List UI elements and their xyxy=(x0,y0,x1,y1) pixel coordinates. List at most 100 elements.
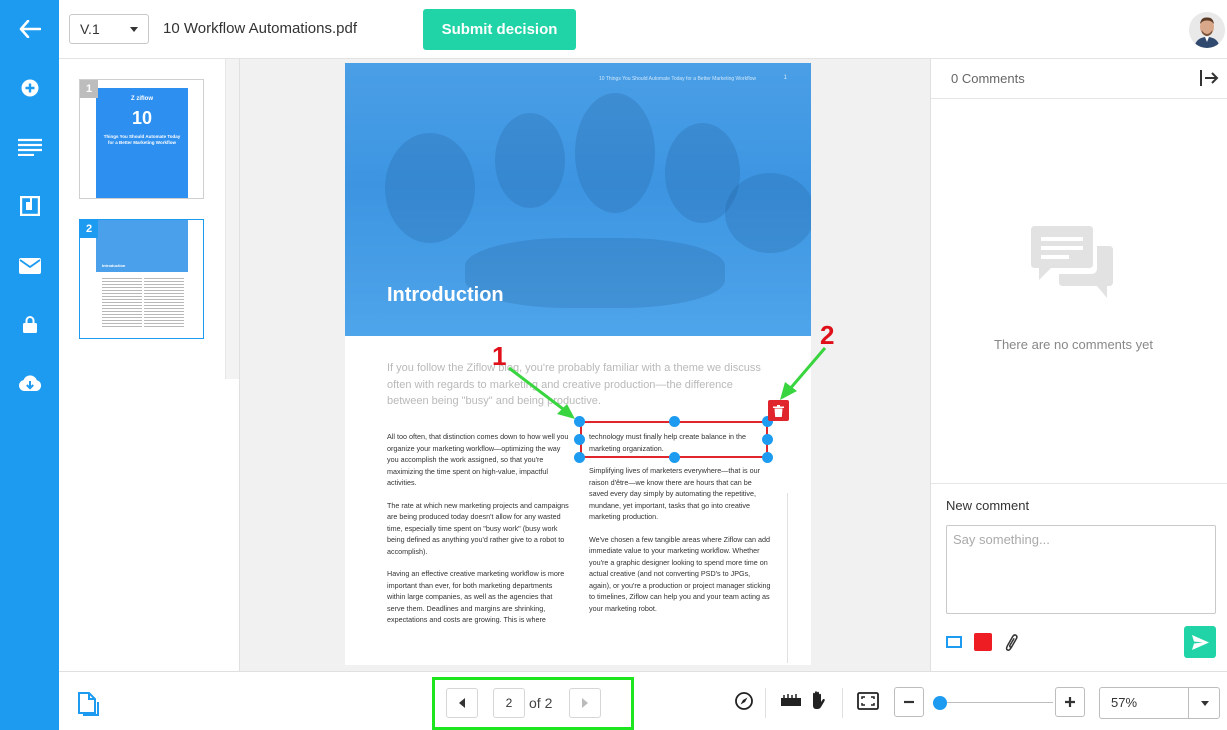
resize-handle[interactable] xyxy=(669,452,680,463)
zoom-slider-handle[interactable] xyxy=(933,696,947,710)
previous-page-button[interactable] xyxy=(446,688,478,718)
paragraph: Simplifying lives of marketers everywher… xyxy=(589,466,760,521)
ruler-icon xyxy=(781,694,801,706)
document-page[interactable]: 10 Things You Should Automate Today for … xyxy=(345,63,811,665)
thumbnail-scrollbar[interactable] xyxy=(225,59,239,379)
hero-shape xyxy=(575,93,655,213)
thumbnail-hero-title: Introduction xyxy=(102,263,126,268)
pan-tool-button[interactable] xyxy=(809,690,827,715)
page-thumbnail-1[interactable]: Z ziflow 10 Things You Should Automate T… xyxy=(79,79,204,199)
comment-input[interactable] xyxy=(946,525,1216,614)
plus-icon xyxy=(1065,697,1075,707)
page-thumbnail-2[interactable]: Introduction 2 xyxy=(79,219,204,339)
mail-button[interactable] xyxy=(0,246,59,286)
zoom-in-button[interactable] xyxy=(1055,687,1085,717)
back-button[interactable] xyxy=(0,9,59,49)
app-root: V.1 10 Workflow Automations.pdf Submit d… xyxy=(0,0,1227,730)
resize-handle[interactable] xyxy=(669,416,680,427)
page-number: 1 xyxy=(783,75,787,81)
document-pages-icon xyxy=(78,692,99,716)
new-comment-section: New comment xyxy=(931,483,1227,671)
left-rail xyxy=(0,0,59,730)
paragraph: Having an effective creative marketing w… xyxy=(387,569,565,624)
compare-button[interactable] xyxy=(0,186,59,226)
thumbnail-panel: Z ziflow 10 Things You Should Automate T… xyxy=(59,59,239,671)
paragraph: All too often, that distinction comes do… xyxy=(387,432,569,487)
compass-icon xyxy=(735,692,753,710)
select-divider xyxy=(1188,688,1189,718)
page-header: 10 Things You Should Automate Today for … xyxy=(598,76,756,82)
comments-count: 0 Comments xyxy=(951,71,1025,86)
pages-toggle-button[interactable] xyxy=(77,692,99,721)
comments-empty-icon xyxy=(1031,226,1113,298)
hero-shape xyxy=(465,238,725,308)
toolbar-divider xyxy=(765,688,766,718)
thumbnail-text-lines xyxy=(144,278,184,328)
thumbnail-number: 1 xyxy=(80,80,98,98)
send-comment-button[interactable] xyxy=(1184,626,1216,658)
back-arrow-icon xyxy=(19,20,41,38)
navigate-tool-button[interactable] xyxy=(735,692,753,715)
caret-left-icon xyxy=(459,698,465,708)
toolbar-divider xyxy=(842,688,843,718)
thumbnail-cover: Z ziflow 10 Things You Should Automate T… xyxy=(96,88,188,198)
thumbnail-text-lines xyxy=(102,278,142,328)
minus-icon xyxy=(904,700,914,704)
list-button[interactable] xyxy=(0,127,59,167)
thumbnail-logo: Z ziflow xyxy=(131,96,153,102)
add-button[interactable] xyxy=(0,68,59,108)
top-bar: V.1 10 Workflow Automations.pdf Submit d… xyxy=(59,0,1227,59)
thumbnail-page: Introduction xyxy=(96,220,188,338)
thumbnail-big-number: 10 xyxy=(131,108,153,128)
resize-handle[interactable] xyxy=(762,434,773,445)
left-column: All too often, that distinction comes do… xyxy=(387,431,569,637)
callout-arrow-2 xyxy=(780,347,827,400)
collapse-panel-button[interactable] xyxy=(1199,69,1221,89)
ruler-tool-button[interactable] xyxy=(781,692,801,715)
empty-comments-text: There are no comments yet xyxy=(994,337,1153,352)
paperclip-icon[interactable] xyxy=(1003,633,1021,651)
zoom-out-button[interactable] xyxy=(894,687,924,717)
resize-handle[interactable] xyxy=(762,452,773,463)
zoom-level-value: 57% xyxy=(1111,695,1138,710)
lock-button[interactable] xyxy=(0,304,59,344)
version-label: V.1 xyxy=(80,21,100,37)
list-icon xyxy=(17,138,42,156)
page-number-input[interactable] xyxy=(493,688,525,718)
vertical-rule xyxy=(787,493,788,663)
hero-title: Introduction xyxy=(387,284,504,306)
zoom-level-select[interactable]: 57% xyxy=(1099,687,1220,719)
file-title: 10 Workflow Automations.pdf xyxy=(163,20,357,37)
version-select[interactable]: V.1 xyxy=(69,14,149,44)
right-column: technology must finally help create bala… xyxy=(589,431,771,625)
user-avatar-icon xyxy=(1189,12,1225,48)
cloud-download-icon xyxy=(18,374,41,391)
trash-icon xyxy=(773,404,784,417)
paragraph: The rate at which new marketing projects… xyxy=(387,500,569,556)
resize-handle[interactable] xyxy=(574,434,585,445)
add-circle-icon xyxy=(21,79,38,97)
thumbnail-number: 2 xyxy=(80,220,98,238)
avatar[interactable] xyxy=(1189,12,1225,48)
hero-shape xyxy=(495,113,565,208)
hero-shape xyxy=(385,133,475,243)
lock-icon xyxy=(22,315,37,333)
zoom-slider-track[interactable] xyxy=(933,702,1053,703)
color-picker[interactable] xyxy=(974,633,992,651)
hero-shape xyxy=(725,173,811,253)
collapse-right-icon xyxy=(1200,70,1219,86)
rectangle-tool-icon[interactable] xyxy=(946,636,962,648)
resize-handle[interactable] xyxy=(574,452,585,463)
page-count-label: of 2 xyxy=(529,695,553,711)
bottom-toolbar: of 2 57% xyxy=(59,671,1227,730)
paragraph: We've chosen a few tangible areas where … xyxy=(589,534,771,613)
fit-to-screen-button[interactable] xyxy=(857,692,879,715)
download-button[interactable] xyxy=(0,363,59,403)
fit-screen-icon xyxy=(857,692,879,710)
caret-right-icon xyxy=(582,698,588,708)
next-page-button[interactable] xyxy=(569,688,601,718)
new-comment-label: New comment xyxy=(946,498,1030,513)
comments-panel: 0 Comments There are no comments yet New… xyxy=(930,59,1227,671)
chevron-down-icon xyxy=(1201,701,1209,706)
submit-decision-button[interactable]: Submit decision xyxy=(423,9,576,50)
